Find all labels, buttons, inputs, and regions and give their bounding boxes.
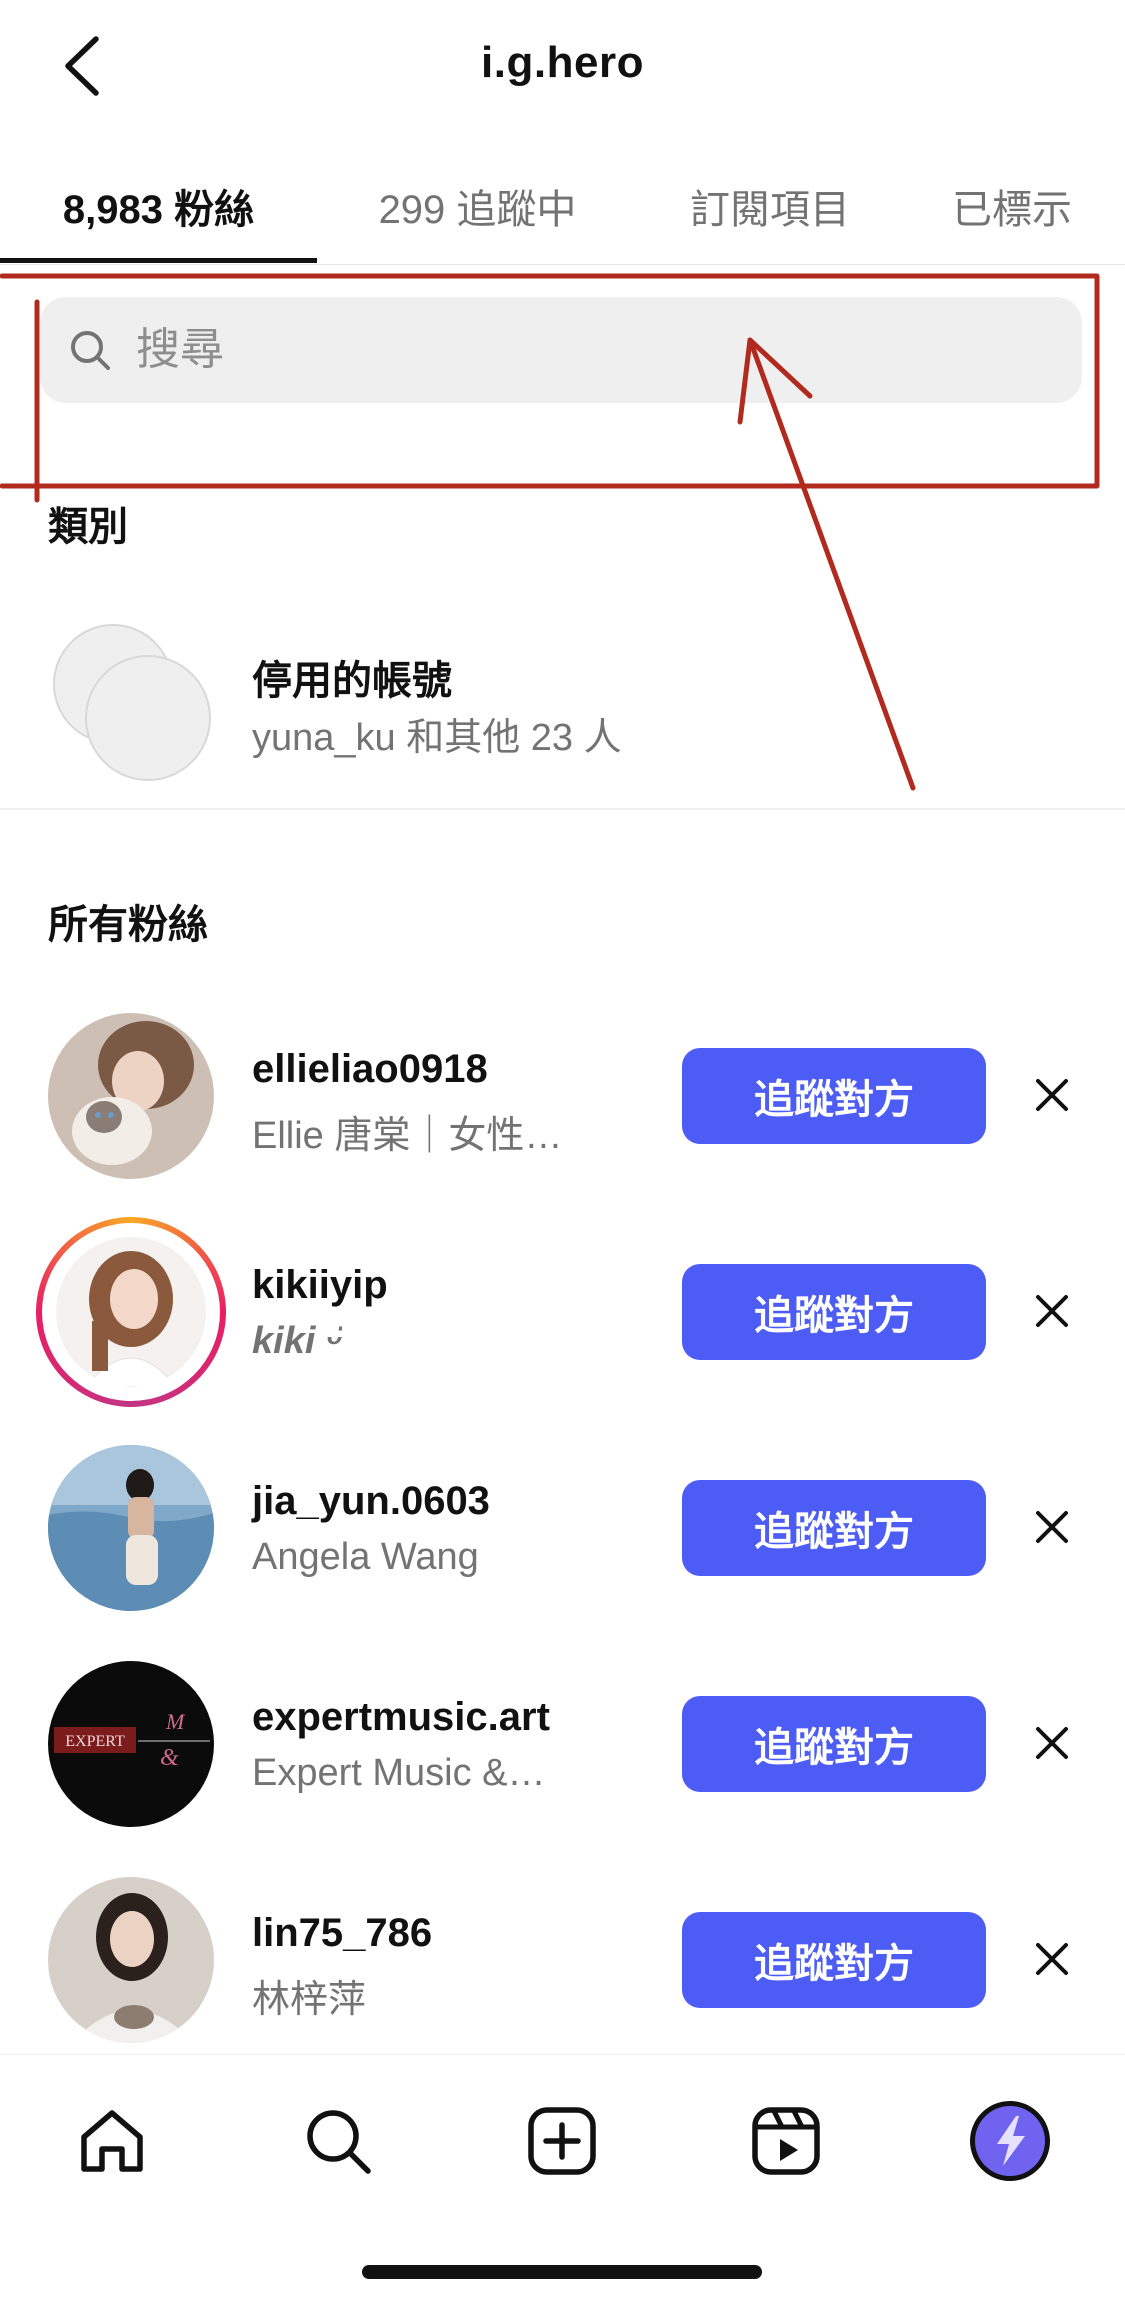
follower-fullname: 林梓萍 (252, 1979, 367, 2021)
follower-username[interactable]: expertmusic.art (252, 1695, 550, 1740)
close-icon (1036, 1727, 1068, 1759)
bottom-nav (0, 2054, 1125, 2305)
follower-fullname: kiki ᵕ̈ (252, 1320, 343, 1362)
follow-back-button[interactable]: 追蹤對方 (682, 1696, 986, 1792)
placeholder-avatar (85, 655, 211, 781)
nav-profile[interactable] (962, 2093, 1058, 2189)
remove-follower-button[interactable] (1026, 1285, 1078, 1337)
follower-row: ellieliao0918 Ellie 唐棠｜女性… 追蹤對方 (0, 1005, 1125, 1221)
nav-reels[interactable] (738, 2093, 834, 2189)
avatar[interactable] (48, 1877, 214, 2043)
active-tab-indicator (0, 258, 317, 263)
search-icon (71, 331, 110, 370)
tab-tagged[interactable]: 已標示 (930, 150, 1125, 261)
search-bar[interactable] (40, 297, 1082, 403)
svg-text:&: & (160, 1745, 179, 1771)
follower-fullname: Angela Wang (252, 1536, 479, 1578)
home-indicator (362, 2265, 762, 2279)
expert-logo-text: EXPERT (65, 1733, 125, 1750)
tab-bar: 8,983 粉絲 299 追蹤中 訂閱項目 已標示 (0, 150, 1125, 265)
close-icon (1036, 1079, 1068, 1111)
header: i.g.hero (0, 0, 1125, 132)
profile-icon (970, 2101, 1050, 2181)
remove-follower-button[interactable] (1026, 1069, 1078, 1121)
avatar[interactable] (48, 1013, 214, 1179)
category-subtitle: yuna_ku 和其他 23 人 (252, 717, 622, 759)
follower-username[interactable]: jia_yun.0603 (252, 1479, 490, 1524)
close-icon (1036, 1943, 1068, 1975)
tab-following[interactable]: 299 追蹤中 (345, 150, 610, 261)
reels-icon (752, 2107, 820, 2175)
follow-back-button[interactable]: 追蹤對方 (682, 1912, 986, 2008)
search-input[interactable] (134, 324, 1038, 376)
tab-subscriptions[interactable]: 訂閱項目 (660, 150, 880, 261)
remove-follower-button[interactable] (1026, 1501, 1078, 1553)
avatar[interactable] (48, 1445, 214, 1611)
follower-username[interactable]: ellieliao0918 (252, 1047, 488, 1092)
create-icon (528, 2107, 596, 2175)
follower-username[interactable]: lin75_786 (252, 1911, 432, 1956)
section-divider (0, 808, 1125, 810)
remove-follower-button[interactable] (1026, 1717, 1078, 1769)
nav-home[interactable] (64, 2093, 160, 2189)
nav-search[interactable] (290, 2093, 386, 2189)
nav-create[interactable] (514, 2093, 610, 2189)
search-icon (307, 2110, 371, 2174)
follow-back-button[interactable]: 追蹤對方 (682, 1480, 986, 1576)
follower-username[interactable]: kikiiyip (252, 1263, 388, 1308)
follower-row: kikiiyip kiki ᵕ̈ 追蹤對方 (0, 1217, 1125, 1437)
categories-heading: 類別 (48, 505, 128, 549)
follow-back-button[interactable]: 追蹤對方 (682, 1048, 986, 1144)
follow-back-button[interactable]: 追蹤對方 (682, 1264, 986, 1360)
svg-text:M: M (165, 1709, 186, 1734)
avatar[interactable] (56, 1237, 206, 1387)
all-followers-heading: 所有粉絲 (48, 903, 208, 947)
close-icon (1036, 1511, 1068, 1543)
follower-row: jia_yun.0603 Angela Wang 追蹤對方 (0, 1437, 1125, 1653)
page-title: i.g.hero (481, 38, 644, 87)
follower-row: lin75_786 林梓萍 追蹤對方 (0, 1869, 1125, 2085)
close-icon (1036, 1295, 1068, 1327)
avatar[interactable]: EXPERT M & (48, 1661, 214, 1827)
follower-fullname: Expert Music &… (252, 1752, 546, 1794)
home-icon (81, 2110, 143, 2172)
follower-fullname: Ellie 唐棠｜女性… (252, 1115, 563, 1157)
follower-row: EXPERT M & expertmusic.art Expert Music … (0, 1653, 1125, 1869)
remove-follower-button[interactable] (1026, 1933, 1078, 1985)
category-row-deactivated[interactable]: 停用的帳號 yuna_ku 和其他 23 人 (0, 600, 1125, 808)
tab-followers[interactable]: 8,983 粉絲 (0, 150, 317, 261)
category-name: 停用的帳號 (252, 659, 452, 703)
